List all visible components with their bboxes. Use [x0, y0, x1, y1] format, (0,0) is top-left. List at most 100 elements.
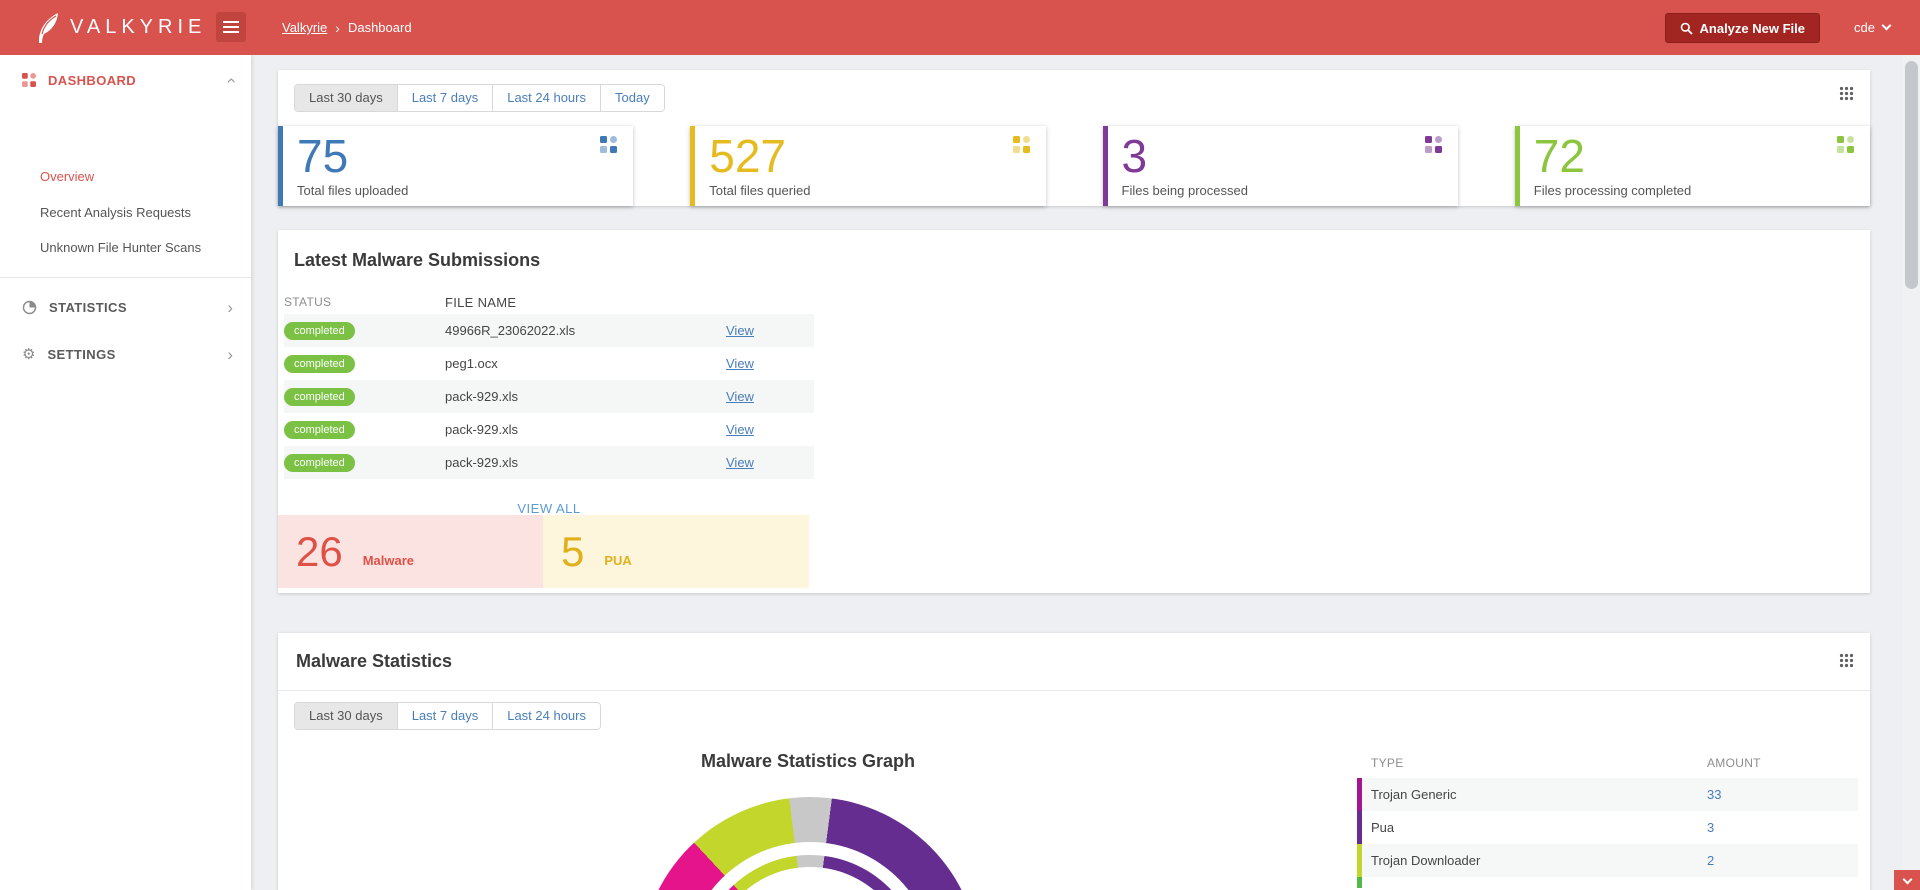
- submissions-widget: Latest Malware Submissions STATUS FILE N…: [278, 230, 1870, 593]
- view-link[interactable]: View: [726, 389, 754, 404]
- valkyrie-logo[interactable]: VALKYRIE: [36, 0, 206, 55]
- stat-card-files-processing-completed[interactable]: 72 Files processing completed: [1514, 126, 1870, 206]
- column-status: STATUS: [284, 295, 332, 309]
- sidebar-divider: [0, 277, 251, 278]
- tab-last-7-days[interactable]: Last 7 days: [396, 85, 493, 111]
- analyze-new-file-button[interactable]: Analyze New File: [1664, 13, 1820, 43]
- breadcrumb: Valkyrie › Dashboard: [282, 0, 412, 55]
- submissions-title: Latest Malware Submissions: [294, 250, 541, 270]
- scrollbar-bottom-button[interactable]: [1894, 870, 1920, 890]
- column-type: TYPE: [1371, 756, 1404, 770]
- malware-stats-time-filter: Last 30 days Last 7 days Last 24 hours: [294, 702, 601, 730]
- pua-count: 5: [561, 527, 585, 575]
- files-icon: [1424, 136, 1442, 153]
- table-row: completed pack-929.xls View: [284, 380, 814, 413]
- malware-statistics-widget: Malware Statistics Last 30 days Last 7 d…: [278, 633, 1870, 890]
- submissions-table: STATUS FILE NAME completed 49966R_230620…: [284, 290, 814, 479]
- table-row-partial: [1357, 877, 1858, 888]
- type-color-bar: [1357, 811, 1362, 844]
- stat-value: 75: [297, 130, 349, 182]
- sidebar-item-recent-analysis-requests[interactable]: Recent Analysis Requests: [0, 199, 251, 226]
- file-name: peg1.ocx: [445, 356, 498, 371]
- divider: [278, 690, 1870, 691]
- view-link[interactable]: View: [726, 455, 754, 470]
- amount-link[interactable]: 3: [1707, 820, 1714, 835]
- submissions-table-header: STATUS FILE NAME: [284, 290, 814, 314]
- page-scrollbar[interactable]: [1903, 55, 1920, 890]
- sidebar-section-settings[interactable]: ⚙ SETTINGS ›: [0, 336, 251, 372]
- table-row: completed pack-929.xls View: [284, 446, 814, 479]
- table-row: Trojan Downloader 2: [1357, 844, 1858, 877]
- view-link[interactable]: View: [726, 323, 754, 338]
- malware-type-table-header: TYPE AMOUNT: [1357, 748, 1858, 778]
- overview-time-filter: Last 30 days Last 7 days Last 24 hours T…: [294, 84, 665, 112]
- stat-label: Files being processed: [1121, 183, 1248, 199]
- file-name: pack-929.xls: [445, 422, 518, 437]
- status-badge: completed: [284, 421, 355, 439]
- breadcrumb-separator: ›: [335, 19, 340, 36]
- view-link[interactable]: View: [726, 422, 754, 437]
- files-icon: [600, 136, 618, 153]
- stat-value: 3: [1121, 130, 1148, 182]
- pua-count-box: 5 PUA: [543, 515, 809, 588]
- malware-donut-chart: [640, 797, 980, 890]
- pua-label: PUA: [604, 553, 632, 568]
- tab-last-30-days[interactable]: Last 30 days: [295, 703, 397, 729]
- breadcrumb-current: Dashboard: [347, 20, 412, 35]
- stat-label: Total files uploaded: [297, 183, 409, 199]
- tab-last-24-hours[interactable]: Last 24 hours: [492, 703, 600, 729]
- stat-cards: 75 Total files uploaded 527 Total files …: [278, 126, 1870, 206]
- stat-card-total-files-queried[interactable]: 527 Total files queried: [690, 126, 1046, 206]
- file-name: 49966R_23062022.xls: [445, 323, 576, 338]
- files-icon: [1837, 136, 1854, 153]
- stat-card-total-files-uploaded[interactable]: 75 Total files uploaded: [278, 126, 634, 206]
- scrollbar-thumb[interactable]: [1905, 61, 1918, 289]
- amount-link[interactable]: 33: [1707, 787, 1721, 802]
- pie-chart-icon: [22, 300, 37, 315]
- dashboard-grid-icon: [22, 73, 36, 87]
- sidebar-item-overview[interactable]: Overview: [0, 163, 251, 190]
- widget-handle-icon[interactable]: [1839, 653, 1854, 668]
- sidebar-toggle-button[interactable]: [216, 12, 246, 42]
- topbar: VALKYRIE Valkyrie › Dashboard Analyze Ne…: [0, 0, 1920, 55]
- chevron-down-icon: [1902, 874, 1912, 884]
- gear-icon: ⚙: [22, 345, 36, 363]
- tab-last-7-days[interactable]: Last 7 days: [396, 703, 493, 729]
- file-name: pack-929.xls: [445, 389, 518, 404]
- chevron-down-icon: [1881, 20, 1892, 31]
- view-link[interactable]: View: [726, 356, 754, 371]
- widget-handle-icon[interactable]: [1839, 86, 1854, 101]
- stat-label: Total files queried: [709, 183, 811, 199]
- graph-title: Malware Statistics Graph: [700, 751, 916, 771]
- status-badge: completed: [284, 355, 355, 373]
- user-menu-label: cde: [1854, 20, 1875, 35]
- malware-count: 26: [296, 527, 343, 575]
- view-all-link[interactable]: VIEW ALL: [284, 501, 814, 516]
- breadcrumb-root[interactable]: Valkyrie: [282, 20, 327, 35]
- malware-type: Pua: [1371, 820, 1395, 835]
- sidebar: DASHBOARD › Overview Recent Analysis Req…: [0, 55, 251, 890]
- type-color-bar: [1357, 778, 1362, 811]
- table-row: completed peg1.ocx View: [284, 347, 814, 380]
- sidebar-section-statistics[interactable]: STATISTICS ›: [0, 289, 251, 325]
- sidebar-section-dashboard[interactable]: DASHBOARD ›: [0, 62, 251, 98]
- search-icon: [1680, 22, 1693, 35]
- status-badge: completed: [284, 454, 355, 472]
- amount-link[interactable]: 2: [1707, 853, 1714, 868]
- sidebar-item-unknown-file-hunter-scans[interactable]: Unknown File Hunter Scans: [0, 234, 251, 261]
- malware-type: Trojan Generic: [1371, 787, 1457, 802]
- stat-card-files-being-processed[interactable]: 3 Files being processed: [1102, 126, 1458, 206]
- malware-type-table: TYPE AMOUNT Trojan Generic 33 Pua 3 Troj…: [1357, 748, 1858, 888]
- tab-last-24-hours[interactable]: Last 24 hours: [492, 85, 600, 111]
- status-badge: completed: [284, 322, 355, 340]
- user-menu[interactable]: cde: [1854, 0, 1892, 55]
- table-row: completed pack-929.xls View: [284, 413, 814, 446]
- malware-statistics-title: Malware Statistics: [296, 651, 453, 671]
- table-row: completed 49966R_23062022.xls View: [284, 314, 814, 347]
- feather-logo-icon: [36, 12, 60, 44]
- tab-last-30-days[interactable]: Last 30 days: [295, 85, 397, 111]
- chevron-up-icon: ›: [220, 77, 240, 83]
- tab-today[interactable]: Today: [600, 85, 664, 111]
- type-color-bar: [1357, 877, 1362, 888]
- file-name: pack-929.xls: [445, 455, 518, 470]
